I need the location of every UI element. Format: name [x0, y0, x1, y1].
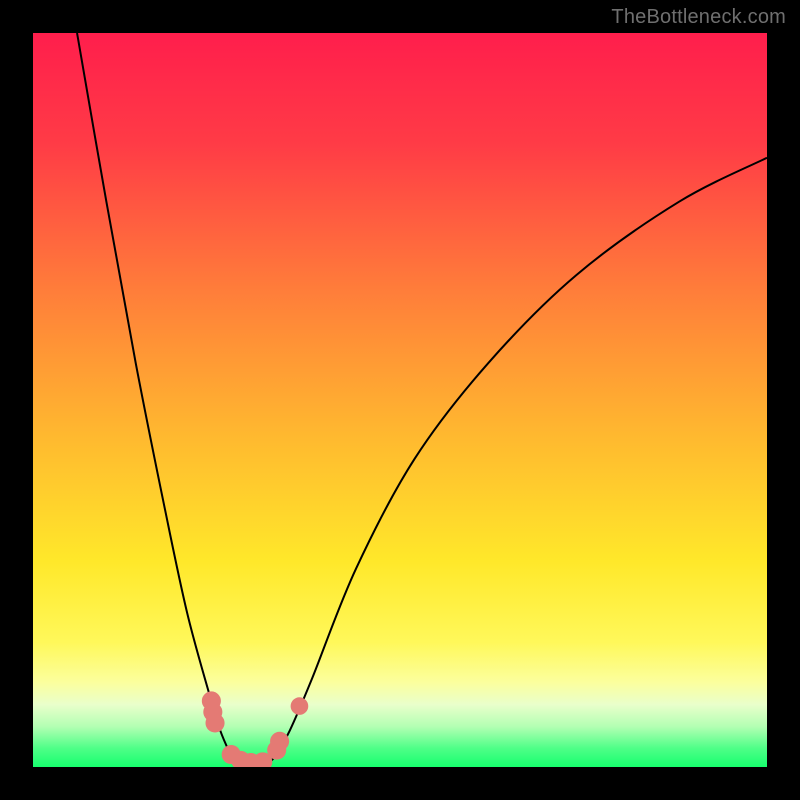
data-marker [205, 713, 224, 732]
data-marker [270, 732, 289, 751]
chart-svg [33, 33, 767, 767]
data-marker [291, 697, 309, 715]
chart-plot-area [33, 33, 767, 767]
outer-frame: TheBottleneck.com [0, 0, 800, 800]
watermark-text: TheBottleneck.com [611, 6, 786, 29]
